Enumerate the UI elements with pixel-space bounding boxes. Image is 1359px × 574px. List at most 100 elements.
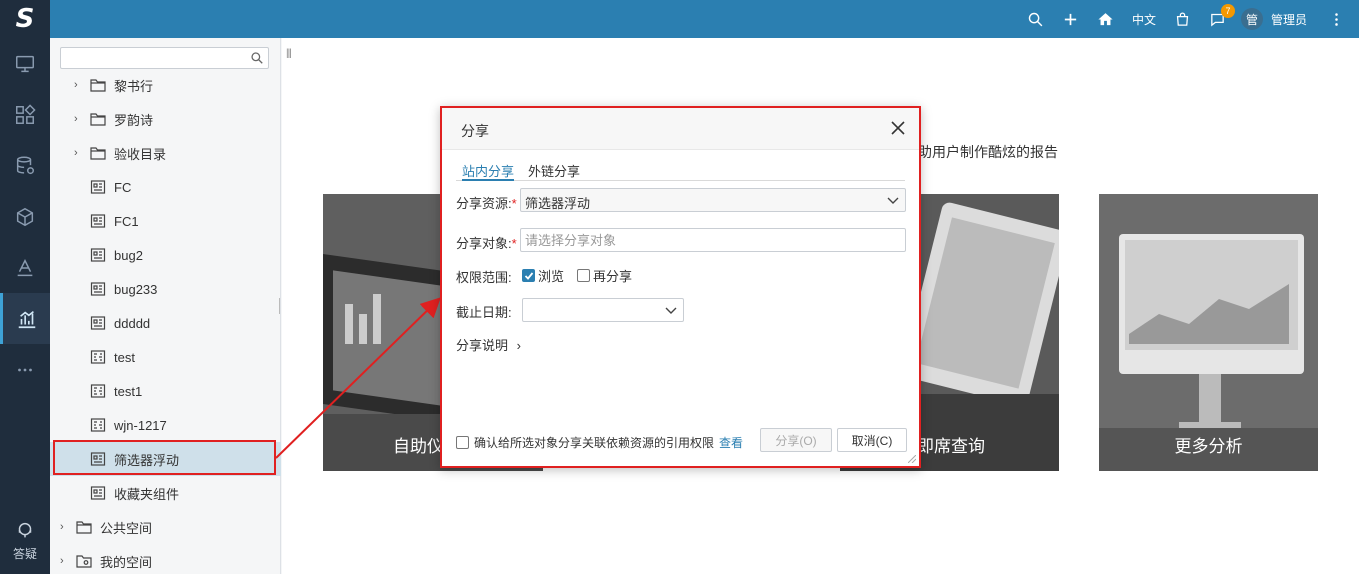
more-icon[interactable] [0,344,50,395]
tree-row[interactable]: bug233 [50,272,281,306]
resize-handle-icon[interactable] [908,455,916,463]
tree-row-label: FC1 [114,213,139,229]
tab-external-share[interactable]: 外链分享 [528,161,580,180]
chevron-right-icon[interactable]: › [74,147,84,159]
resource-select[interactable]: 筛选器浮动 [520,188,906,212]
tree-row-label: bug233 [114,281,158,297]
confirm-dependency-checkbox[interactable]: 确认给所选对象分享关联依赖资源的引用权限 查看 [456,434,743,451]
scope-browse-checkbox[interactable]: 浏览 [522,266,564,285]
tree-row[interactable]: FC1 [50,204,281,238]
report-icon [90,282,106,296]
report-icon [90,486,106,500]
report-icon [90,316,106,330]
tree-search-input[interactable] [60,47,269,69]
message-icon[interactable]: 7 [1209,3,1235,28]
scope-label: 权限范围: [456,270,512,285]
tree-search-field[interactable] [61,48,241,68]
help-button[interactable]: 答疑 [0,519,50,562]
home-icon[interactable] [1097,11,1114,28]
resource-label: 分享资源:* [456,196,517,211]
tree-row[interactable]: FC [50,170,281,204]
folder-icon [76,520,92,534]
chevron-right-icon[interactable]: › [60,521,70,533]
chevron-right-icon[interactable]: › [60,555,70,567]
language-switch[interactable]: 中文 [1132,11,1156,28]
scope-browse-label: 浏览 [538,269,565,284]
folder-icon [90,78,106,92]
chevron-right-icon[interactable]: › [74,113,84,125]
tree-row[interactable]: › 罗韵诗 [50,102,281,136]
tree-row[interactable]: › 公共空间 [50,510,281,544]
dialog-header: 分享 [442,108,919,150]
cube-icon[interactable] [0,191,50,242]
tree-row[interactable]: test1 [50,374,281,408]
chevron-right-icon[interactable]: › [74,79,84,91]
share-button[interactable]: 分享(O) [760,428,832,452]
share-tabs: 站内分享 外链分享 [456,158,905,181]
avatar[interactable]: 管 [1240,8,1263,30]
dashboard-icon[interactable] [0,89,50,140]
tree-row-label: 公共空间 [100,520,153,536]
chevron-down-icon [665,307,677,314]
tree-row-label: test1 [114,383,143,399]
user-folder-icon [76,554,92,568]
monitor-photo [1099,194,1318,471]
dashboard-report-icon [90,418,106,432]
tree-row[interactable]: bug2 [50,238,281,272]
app-logo[interactable]: S [0,0,50,38]
close-icon[interactable] [891,121,905,135]
folder-icon [90,112,106,126]
notification-badge: 7 [1220,3,1235,18]
tree-list: › 黎书行 › 罗韵诗 › 验收目录 FC FC1 bug2 bug233 ddddd test tes… [50,68,281,574]
slogan-text: 助用户制作酷炫的报告 [918,144,1058,160]
resource-value: 筛选器浮动 [525,196,591,211]
target-label: 分享对象:* [456,236,517,251]
bar-chart-icon[interactable] [0,293,50,344]
collapse-handle-icon[interactable]: ||| [286,48,292,59]
plus-icon[interactable] [1062,11,1079,28]
kebab-menu-icon[interactable] [1328,11,1345,28]
dashboard-report-icon [90,384,106,398]
tree-row-label: 罗韵诗 [114,112,154,128]
checkbox-box[interactable] [577,269,590,282]
folder-icon [90,146,106,160]
database-icon[interactable] [0,140,50,191]
tree-row[interactable]: ddddd [50,306,281,340]
tree-row[interactable]: wjn-1217 [50,408,281,442]
username[interactable]: 管理员 [1271,11,1307,28]
tree-row-label: 我的空间 [100,554,153,570]
tree-row[interactable]: › 验收目录 [50,136,281,170]
cancel-button[interactable]: 取消(C) [837,428,907,452]
target-field[interactable] [521,229,905,251]
deadline-select[interactable] [522,298,684,322]
tree-row[interactable]: test [50,340,281,374]
card-title: 即席查询 [917,437,985,456]
tree-row-label: bug2 [114,247,143,263]
search-icon[interactable] [250,51,264,65]
report-icon [90,248,106,262]
layers-icon[interactable] [0,242,50,293]
confirm-dependency-label: 确认给所选对象分享关联依赖资源的引用权限 [474,436,715,450]
check-icon[interactable] [522,269,535,282]
report-icon [90,214,106,228]
selected-row-highlight [53,440,276,475]
card-title: 更多分析 [1174,437,1243,456]
tree-row-label: ddddd [114,315,151,331]
share-dialog: 分享 站内分享 外链分享 分享资源:* 筛选器浮动 分享对象:* 权限范围: 浏… [440,106,921,468]
search-icon[interactable] [1027,11,1044,28]
tree-row[interactable]: › 黎书行 [50,68,281,102]
chevron-down-icon [887,197,899,204]
scope-reshare-checkbox[interactable]: 再分享 [577,266,632,285]
monitor-icon[interactable] [0,38,50,89]
tree-row-label: wjn-1217 [114,417,167,433]
target-input[interactable] [520,228,906,252]
bag-icon[interactable] [1174,11,1191,28]
chevron-right-icon: › [516,338,521,353]
checkbox-box[interactable] [456,436,469,449]
tree-row[interactable]: 收藏夹组件 [50,476,281,510]
tree-row[interactable]: › 我的空间 [50,544,281,574]
card-more-analysis[interactable]: 更多分析 [1099,194,1318,471]
view-link[interactable]: 查看 [719,434,743,451]
tab-internal-share[interactable]: 站内分享 [462,161,515,181]
share-description-toggle[interactable]: 分享说明 › [456,335,521,354]
